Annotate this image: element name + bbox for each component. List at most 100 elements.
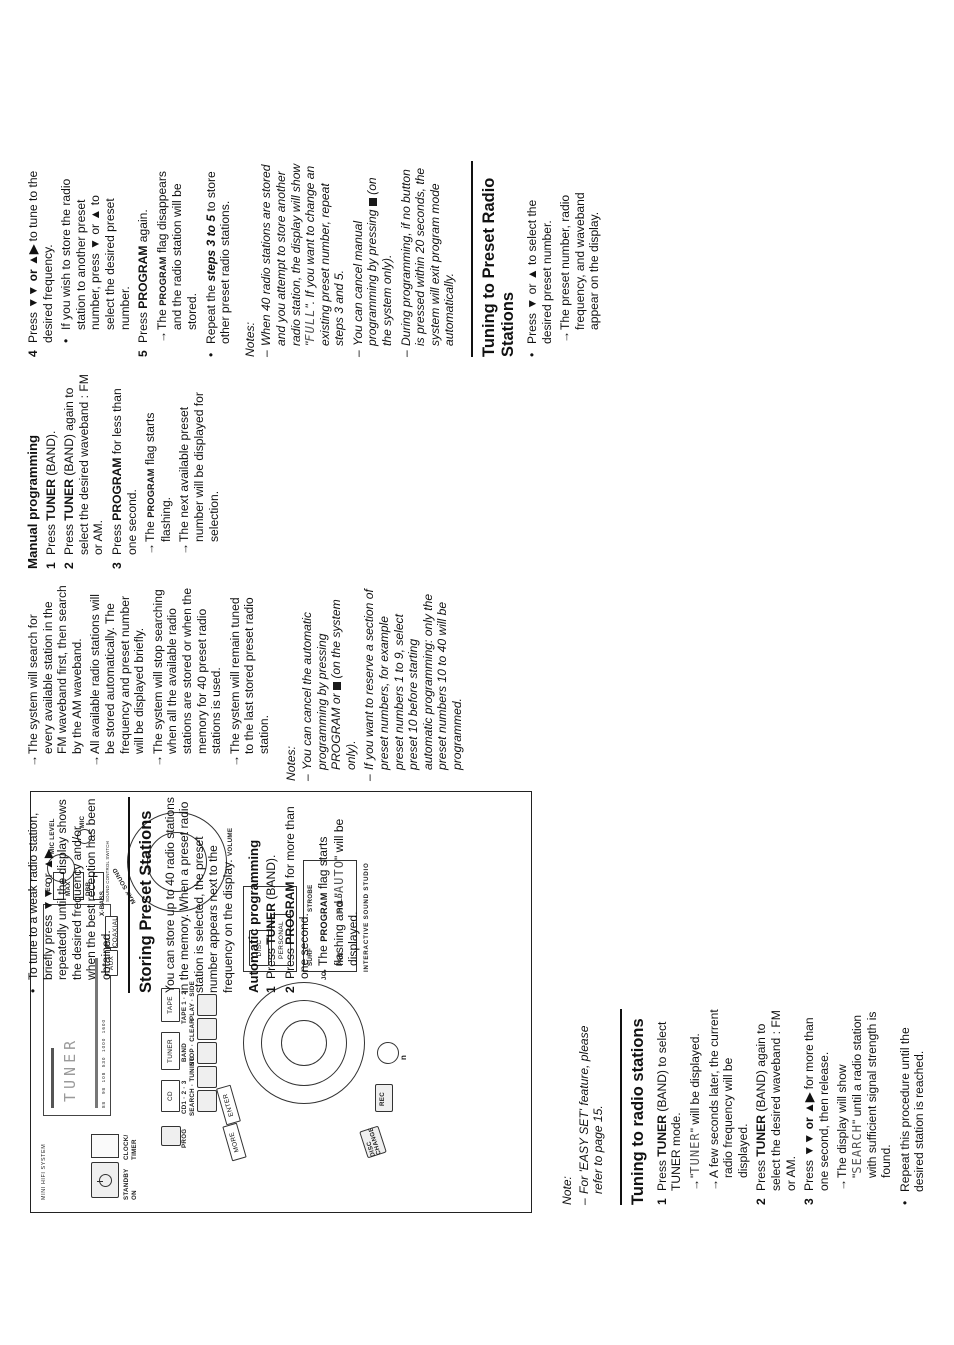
col5-step4-bullet: • If you wish to store the radio station… bbox=[59, 161, 132, 357]
col5-step-4: 4 Press ▼▼ or ▲▶ to tune to the desired … bbox=[26, 161, 55, 357]
col1-step-1: 1 Press TUNER (BAND) to select TUNER mod… bbox=[655, 1009, 684, 1205]
manual-page: MINI HIFI SYSTEM STANDBY ON CLOCK/ TIMER… bbox=[0, 0, 954, 1345]
step-text: Press PROGRAM for more than one second. bbox=[283, 797, 312, 979]
note-text: You can cancel the automatic programming… bbox=[300, 585, 358, 770]
bullet-marker: • bbox=[897, 1200, 912, 1205]
prog-label: PROG bbox=[181, 1128, 188, 1148]
column-4: Manual programming 1 Press TUNER (BAND).… bbox=[25, 373, 225, 569]
bullet-marker: • bbox=[203, 352, 218, 357]
bullet-text: If you wish to store the radio station t… bbox=[59, 178, 132, 330]
dash-marker: – bbox=[300, 774, 315, 781]
bullet-text: Repeat the steps 3 to 5 to store other p… bbox=[204, 161, 233, 344]
display-indicator-row bbox=[51, 1048, 54, 1108]
note-text: If you want to reserve a section of pres… bbox=[362, 589, 465, 770]
play-button bbox=[197, 1018, 217, 1040]
standby-label: STANDBY bbox=[123, 1168, 130, 1200]
enter-button: ENTER bbox=[216, 1084, 241, 1126]
col1-step3-bullet: • Repeat this procedure until the desire… bbox=[898, 1009, 927, 1205]
arrow-text-a: The bbox=[143, 517, 158, 542]
step-text-a: Press bbox=[109, 520, 124, 555]
clock-label: CLOCK/ bbox=[123, 1134, 130, 1160]
bullet-marker: • bbox=[59, 338, 74, 343]
display-readout: FULL bbox=[303, 308, 318, 342]
column-1: Note: – For 'EASY SET' feature, please r… bbox=[560, 1009, 931, 1205]
step-text: Press TUNER (BAND). bbox=[264, 797, 279, 979]
col5-note-1: – When 40 radio stations are stored and … bbox=[259, 161, 347, 357]
column-3: → The system will search for every avail… bbox=[26, 585, 469, 781]
display-readout: TUNER bbox=[687, 1132, 702, 1174]
arrow-text: The PROGRAM flag starts flashing and "AU… bbox=[316, 797, 361, 966]
col1-note-text: For 'EASY SET' feature, please refer to … bbox=[576, 1025, 606, 1194]
dash-marker: – bbox=[350, 350, 365, 357]
col1-note-label: Note: bbox=[560, 1176, 574, 1205]
col2-auto-arrow-1: → The PROGRAM flag starts flashing and "… bbox=[316, 797, 361, 993]
step-bold: PROGRAM bbox=[282, 881, 297, 945]
step-bold: PROGRAM bbox=[136, 245, 151, 309]
col5-preset-bullet: • Press ▼ or ▲ to select the desired pre… bbox=[525, 161, 554, 357]
bullet-text: Press ▼ or ▲ to select the desired prese… bbox=[525, 199, 554, 344]
arrow-text: The preset number, radio frequency, and … bbox=[558, 192, 602, 330]
step-number: 2 bbox=[754, 1198, 769, 1205]
col2-auto-step-1: 1 Press TUNER (BAND). bbox=[264, 797, 279, 993]
step-text: Press ▼▼ or ▲▶ to tune to the desired fr… bbox=[26, 161, 55, 343]
arrow-marker: → bbox=[150, 754, 165, 767]
power-icon-bar bbox=[97, 1180, 103, 1182]
column-2: • To tune to a weak radio station, brief… bbox=[26, 797, 365, 993]
bullet-marker: • bbox=[525, 352, 540, 357]
step-bold: TUNER bbox=[62, 479, 77, 521]
bullet-marker: • bbox=[26, 988, 40, 993]
heading-tuning-to-radio-stations: Tuning to radio stations bbox=[619, 1009, 648, 1205]
note-text: When 40 radio stations are stored and yo… bbox=[259, 161, 347, 346]
step-text-a: Press bbox=[136, 308, 151, 343]
dash-marker: – bbox=[576, 1198, 591, 1205]
col4-man-step-3: 3 Press PROGRAM for less than one second… bbox=[110, 373, 139, 569]
arrow-text: All available radio stations will be sto… bbox=[88, 594, 147, 754]
step-symbols: ▼▼ or ▲▶ bbox=[26, 244, 40, 309]
heading-storing-preset-stations: Storing Preset Stations bbox=[127, 797, 156, 993]
step-bold: TUNER bbox=[654, 1115, 669, 1157]
col5-notes-label: Notes: bbox=[242, 322, 257, 357]
step-number: 4 bbox=[26, 350, 40, 357]
figure-brand-label: MINI HIFI SYSTEM bbox=[41, 1143, 47, 1200]
col5-note-2: – You can cancel manual programming by p… bbox=[351, 161, 395, 357]
tape12-label: TAPE 1 · 2 bbox=[181, 990, 188, 1024]
display-text: TUNER bbox=[61, 1036, 79, 1102]
step-text-a: Press bbox=[754, 1156, 769, 1191]
step-text: Press TUNER (BAND) to select TUNER mode. bbox=[655, 1009, 684, 1191]
dash-marker: – bbox=[398, 350, 413, 357]
prog-button bbox=[161, 1126, 181, 1146]
arrow-text: The system will search for every availab… bbox=[26, 585, 84, 754]
program-flag-label: PROGRAM bbox=[146, 468, 157, 518]
previous-button bbox=[197, 1090, 217, 1112]
tape-source-button: TAPE bbox=[161, 988, 180, 1022]
step-text: Press TUNER (BAND) again to select the d… bbox=[62, 373, 106, 555]
col5-step5-arrow: → The PROGRAM flag disappears and the ra… bbox=[155, 161, 200, 357]
step-text-a: Press bbox=[26, 308, 40, 343]
step-bold: TUNER bbox=[43, 479, 58, 521]
arrow-text: The PROGRAM flag starts flashing. bbox=[143, 373, 173, 542]
stop-square-icon bbox=[333, 682, 342, 691]
heading-tuning-to-preset-radio-stations: Tuning to Preset Radio Stations bbox=[471, 161, 519, 357]
step-text-b: again. bbox=[136, 209, 151, 246]
col3-note-1: – You can cancel the automatic programmi… bbox=[300, 585, 358, 781]
dash-marker: – bbox=[259, 350, 274, 357]
cd123-label: CD1 · 2 · 3 bbox=[181, 1080, 188, 1114]
arrow-text: The display will show "SEARCH" until a r… bbox=[835, 1009, 893, 1178]
display-readout: SEARCH bbox=[849, 1124, 864, 1174]
step-text: Press TUNER (BAND) again to select the d… bbox=[754, 1009, 798, 1191]
program-flag-label: PROGRAM bbox=[318, 892, 329, 942]
step-number: 3 bbox=[802, 1198, 817, 1205]
col3-arrow-1: → The system will search for every avail… bbox=[26, 585, 84, 781]
arrow-text: The system will stop searching when all … bbox=[150, 587, 224, 754]
col5-preset-arrow: → The preset number, radio frequency, an… bbox=[558, 161, 602, 357]
col3-notes-label: Notes: bbox=[283, 746, 298, 781]
program-flag-label: PROGRAM bbox=[157, 256, 168, 306]
col4-man-arrow-2: → The next available preset number will … bbox=[177, 373, 221, 569]
repeat-text-a: Repeat the bbox=[203, 281, 218, 344]
col2-intro: You can store up to 40 radio stations in… bbox=[162, 797, 235, 993]
headphone-icon: n bbox=[399, 1054, 408, 1060]
col1-step3-arrow-1: → The display will show "SEARCH" until a… bbox=[835, 1009, 893, 1205]
col1-note-item: – For 'EASY SET' feature, please refer t… bbox=[577, 1009, 606, 1205]
repeat-steps-emphasis: steps 3 to 5 bbox=[203, 214, 218, 282]
arrow-text-a: The bbox=[315, 941, 330, 966]
